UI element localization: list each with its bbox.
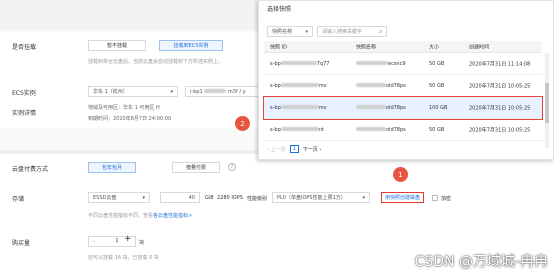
region-select[interactable]: 华东 1（杭州） ▾ — [88, 86, 178, 97]
step-2-badge: 2 — [235, 116, 250, 131]
row-size: 100 GB — [429, 104, 448, 111]
col-snapshot-name: 快照名称 — [356, 44, 377, 50]
create-from-snapshot-link[interactable]: 用快照创建磁盘 — [381, 192, 425, 203]
table-row[interactable]: s-bp mv old78ps 50 GB 2020年7月31日 10:05:25 — [264, 75, 542, 97]
disk-size-value: 40 — [188, 194, 195, 201]
scrollbar-thumb[interactable] — [545, 83, 549, 123]
row-id: s-bp mv — [270, 104, 327, 111]
instance-select[interactable]: i-bp1 m3f / y — [185, 86, 260, 97]
snapshot-table: 快照 ID 快照名称 大小 创建时间 s-bp 7q77 ecsnc9 50 GB… — [263, 41, 543, 141]
instance-detail-label: 实例详情 — [12, 110, 37, 117]
storage-hint: 不同云盘性能指标不同，查看各云盘性能指标> — [88, 213, 193, 219]
region-value: 华东 1（杭州） — [93, 89, 128, 95]
col-size: 大小 — [429, 44, 440, 50]
search-icon[interactable]: ⌕ — [379, 29, 382, 35]
subscription-button[interactable]: 包年包月 — [88, 162, 136, 173]
row-name: old78ps — [356, 127, 406, 133]
row-created: 2020年7月31日 10:05:25 — [469, 83, 531, 89]
billing-label: 云盘付费方式 — [12, 166, 49, 173]
table-row[interactable]: s-bp nt old78ps 50 GB 2020年7月31日 10:05:25 — [264, 119, 542, 141]
ecs-instance-label: ECS实例 — [12, 90, 36, 97]
help-icon[interactable]: ? — [228, 163, 236, 171]
next-page-button[interactable]: 下一页 › — [303, 146, 322, 153]
instance-expiry: 到期时间：2020年8月7日 24:00:00 — [88, 116, 172, 122]
payg-button[interactable]: 按量付费 — [172, 162, 220, 173]
page-number[interactable]: 1 — [289, 145, 299, 153]
row-created: 2020年7月31日 10:05:25 — [469, 105, 531, 111]
chevron-down-icon: ▾ — [170, 88, 173, 95]
perf-docs-link[interactable]: 各云盘性能指标> — [153, 213, 192, 219]
disk-size-input[interactable]: 40 — [160, 192, 200, 203]
encrypt-checkbox[interactable] — [432, 195, 438, 201]
col-created: 创建时间 — [469, 44, 490, 50]
iops-value: 2280 IOPS — [217, 195, 243, 201]
table-row-selected[interactable]: s-bp mv old78ps 100 GB 2020年7月31日 10:05:2… — [263, 96, 543, 120]
chevron-down-icon: ▾ — [362, 194, 365, 201]
disk-type-select[interactable]: ESSD云盘 ▾ — [88, 192, 150, 203]
quantity-label: 购买量 — [12, 240, 31, 247]
disk-type-value: ESSD云盘 — [93, 195, 117, 201]
snapshot-search-input[interactable]: 请输入搜索关键字 ⌕ — [317, 26, 387, 37]
row-id: s-bp mv — [270, 82, 327, 89]
instance-zone: 地域及可用区：华东 1 可用区 H — [88, 105, 160, 111]
col-snapshot-id: 快照 ID — [270, 44, 287, 50]
watermark: CSDN @万域城-冉冉 — [414, 254, 548, 270]
row-created: 2020年7月31日 11:14:08 — [469, 61, 531, 67]
no-mount-button[interactable]: 暂不挂载 — [88, 40, 146, 51]
snapshot-filter-select[interactable]: 快照名称 ▾ — [267, 26, 313, 37]
minus-button[interactable]: – — [89, 237, 99, 246]
perf-level-label: 性能级别 — [247, 196, 268, 202]
row-id: s-bp nt — [270, 126, 324, 133]
row-size: 50 GB — [429, 60, 445, 67]
chevron-down-icon: ▾ — [305, 28, 308, 35]
disk-size-unit: GiB — [205, 195, 214, 201]
prev-page-button[interactable]: ‹ 上一页 — [267, 146, 286, 153]
table-scrollbar[interactable] — [545, 53, 549, 148]
mount-ecs-button[interactable]: 挂载到ECS实例 — [159, 40, 223, 51]
plus-button[interactable]: + — [124, 234, 132, 244]
chevron-down-icon: ▾ — [142, 194, 145, 201]
row-name: old78ps — [356, 83, 406, 89]
row-size: 50 GB — [429, 126, 445, 133]
mount-label: 是否挂载 — [12, 44, 37, 51]
table-row[interactable]: s-bp 7q77 ecsnc9 50 GB 2020年7月31日 11:14:0… — [264, 53, 542, 75]
mount-hint: 挂载到单台云盘后，当前云盘会自动挂载到下方所选实例上。 — [88, 59, 224, 65]
instance-value: i-bp1 m3f / y — [190, 88, 246, 95]
search-placeholder: 请输入搜索关键字 — [322, 29, 363, 35]
row-id: s-bp 7q77 — [270, 60, 330, 67]
perf-level-select[interactable]: PL0（单盘IOPS性能上限1万） ▾ — [272, 192, 370, 203]
select-snapshot-modal: 选择快照 快照名称 ▾ 请输入搜索关键字 ⌕ 快照 ID 快照名称 大小 创建时… — [258, 0, 554, 160]
pager: ‹ 上一页 1 下一页 › — [267, 144, 321, 154]
row-name: ecsnc9 — [356, 61, 406, 67]
row-name: old78ps — [356, 105, 406, 111]
quantity-unit: 块 — [139, 240, 145, 246]
step-1-badge: 1 — [393, 167, 408, 182]
filter-value: 快照名称 — [272, 29, 293, 35]
quantity-hint: 还可以挂载 16 块，已挂载 0 块 — [88, 255, 159, 261]
row-size: 50 GB — [429, 82, 445, 89]
perf-level-value: PL0（单盘IOPS性能上限1万） — [277, 195, 346, 201]
encrypt-label: 加密 — [441, 196, 452, 202]
modal-title: 选择快照 — [267, 6, 292, 13]
table-header: 快照 ID 快照名称 大小 创建时间 — [264, 41, 542, 53]
row-created: 2020年7月31日 10:05:25 — [469, 127, 531, 133]
storage-label: 存储 — [12, 196, 25, 203]
